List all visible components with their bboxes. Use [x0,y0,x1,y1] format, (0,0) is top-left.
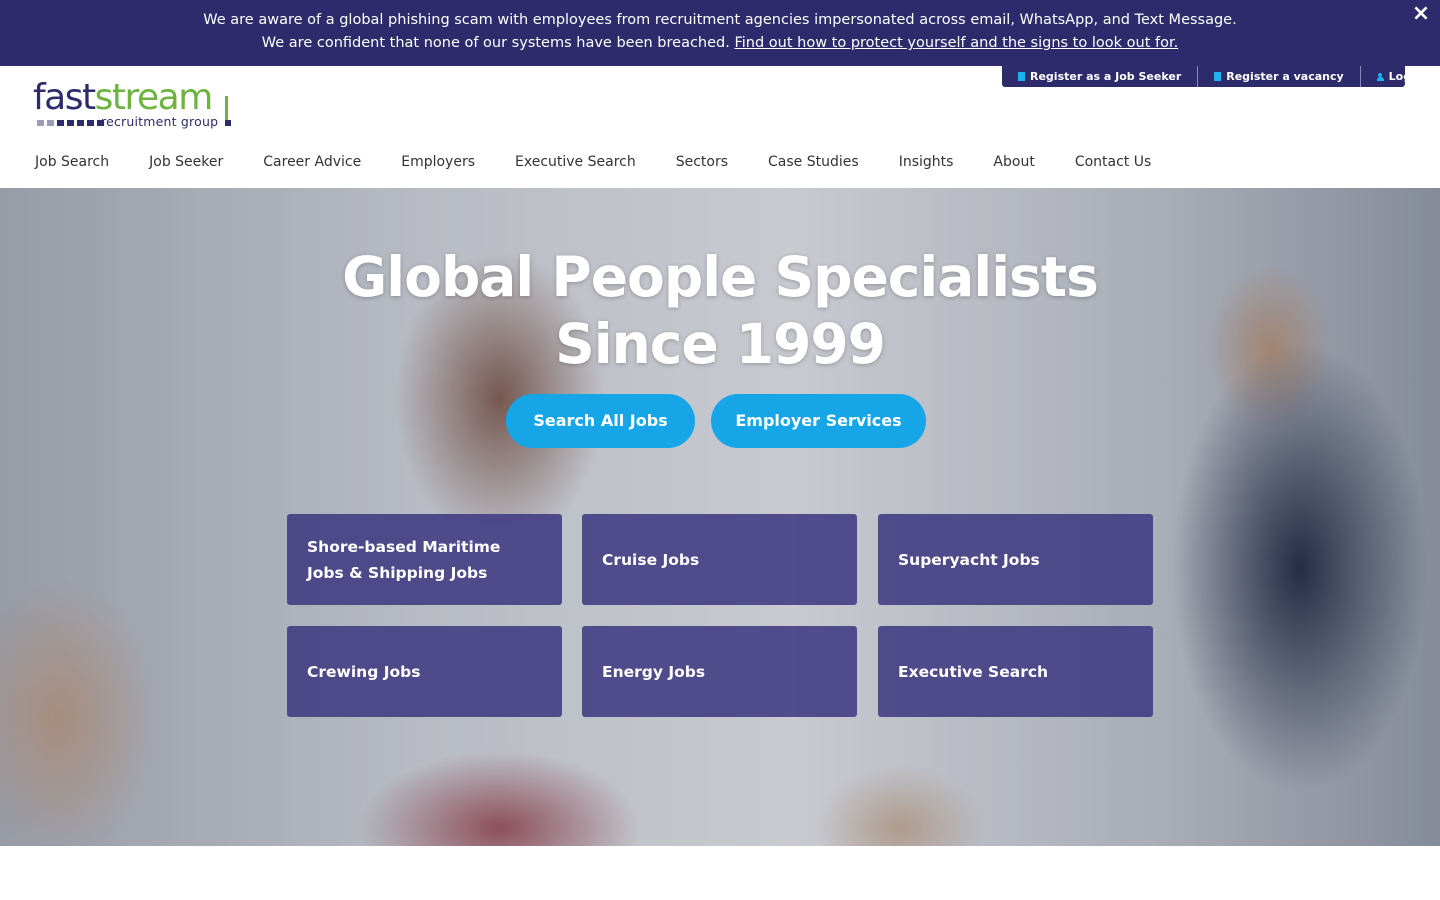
tile-shore-based-maritime-jobs[interactable]: Shore-based Maritime Jobs & Shipping Job… [287,514,562,605]
document-icon [1214,72,1222,81]
tile-crewing-jobs[interactable]: Crewing Jobs [287,626,562,717]
nav-item-career-advice[interactable]: Career Advice [243,152,381,172]
nav-item-employers[interactable]: Employers [381,152,495,172]
tile-superyacht-jobs[interactable]: Superyacht Jobs [878,514,1153,605]
nav-item-job-search[interactable]: Job Search [15,152,129,172]
phishing-alert-banner: We are aware of a global phishing scam w… [0,0,1440,66]
employer-services-button[interactable]: Employer Services [711,394,926,448]
user-icon [1376,72,1384,81]
logo-dots [37,120,104,126]
nav-item-executive-search[interactable]: Executive Search [495,152,656,172]
nav-item-job-seeker[interactable]: Job Seeker [129,152,243,172]
faststream-logo[interactable]: faststream recruitment group [33,78,243,130]
alert-message-line-1: We are aware of a global phishing scam w… [203,12,1237,28]
tile-label: Executive Search [898,662,1049,681]
tile-label: Cruise Jobs [602,550,700,569]
logo-wordmark: faststream [33,77,214,118]
login-label: Login [1388,70,1423,83]
tile-label: Shore-based Maritime Jobs & Shipping Job… [307,537,501,582]
utility-nav: Register as a Job Seeker Register a vaca… [1002,66,1423,87]
hero-section: Global People Specialists Since 1999 Sea… [0,188,1440,846]
logo-subtitle: recruitment group [101,114,219,129]
register-vacancy-link[interactable]: Register a vacancy [1198,66,1361,87]
register-vacancy-label: Register a vacancy [1226,70,1344,83]
logo-word-fast: fast [33,77,96,118]
close-icon[interactable]: × [1409,2,1433,26]
tile-label: Crewing Jobs [307,662,421,681]
alert-message-line-2: We are confident that none of our system… [0,32,1440,55]
tile-label: Superyacht Jobs [898,550,1040,569]
nav-item-case-studies[interactable]: Case Studies [748,152,879,172]
login-link[interactable]: Login [1361,66,1439,87]
site-header: faststream recruitment group Register as… [0,66,1440,188]
nav-item-contact-us[interactable]: Contact Us [1055,152,1171,172]
tile-label: Energy Jobs [602,662,706,681]
document-icon [1018,72,1025,81]
alert-protect-link[interactable]: Find out how to protect yourself and the… [734,35,1178,51]
tile-cruise-jobs[interactable]: Cruise Jobs [582,514,857,605]
hero-title: Global People Specialists Since 1999 [0,244,1440,378]
register-job-seeker-label: Register as a Job Seeker [1030,70,1182,83]
tile-executive-search[interactable]: Executive Search [878,626,1153,717]
hero-title-line-1: Global People Specialists [342,245,1099,309]
logo-accent-square [225,120,231,126]
nav-item-insights[interactable]: Insights [879,152,974,172]
main-nav: Job Search Job Seeker Career Advice Empl… [15,152,1171,172]
register-job-seeker-link[interactable]: Register as a Job Seeker [1002,66,1199,87]
logo-word-stream: stream [94,77,214,118]
tile-energy-jobs[interactable]: Energy Jobs [582,626,857,717]
nav-item-about[interactable]: About [973,152,1054,172]
nav-item-sectors[interactable]: Sectors [656,152,748,172]
hero-title-line-2: Since 1999 [555,312,886,376]
search-all-jobs-button[interactable]: Search All Jobs [506,394,695,448]
alert-message-text: We are confident that none of our system… [261,35,735,51]
